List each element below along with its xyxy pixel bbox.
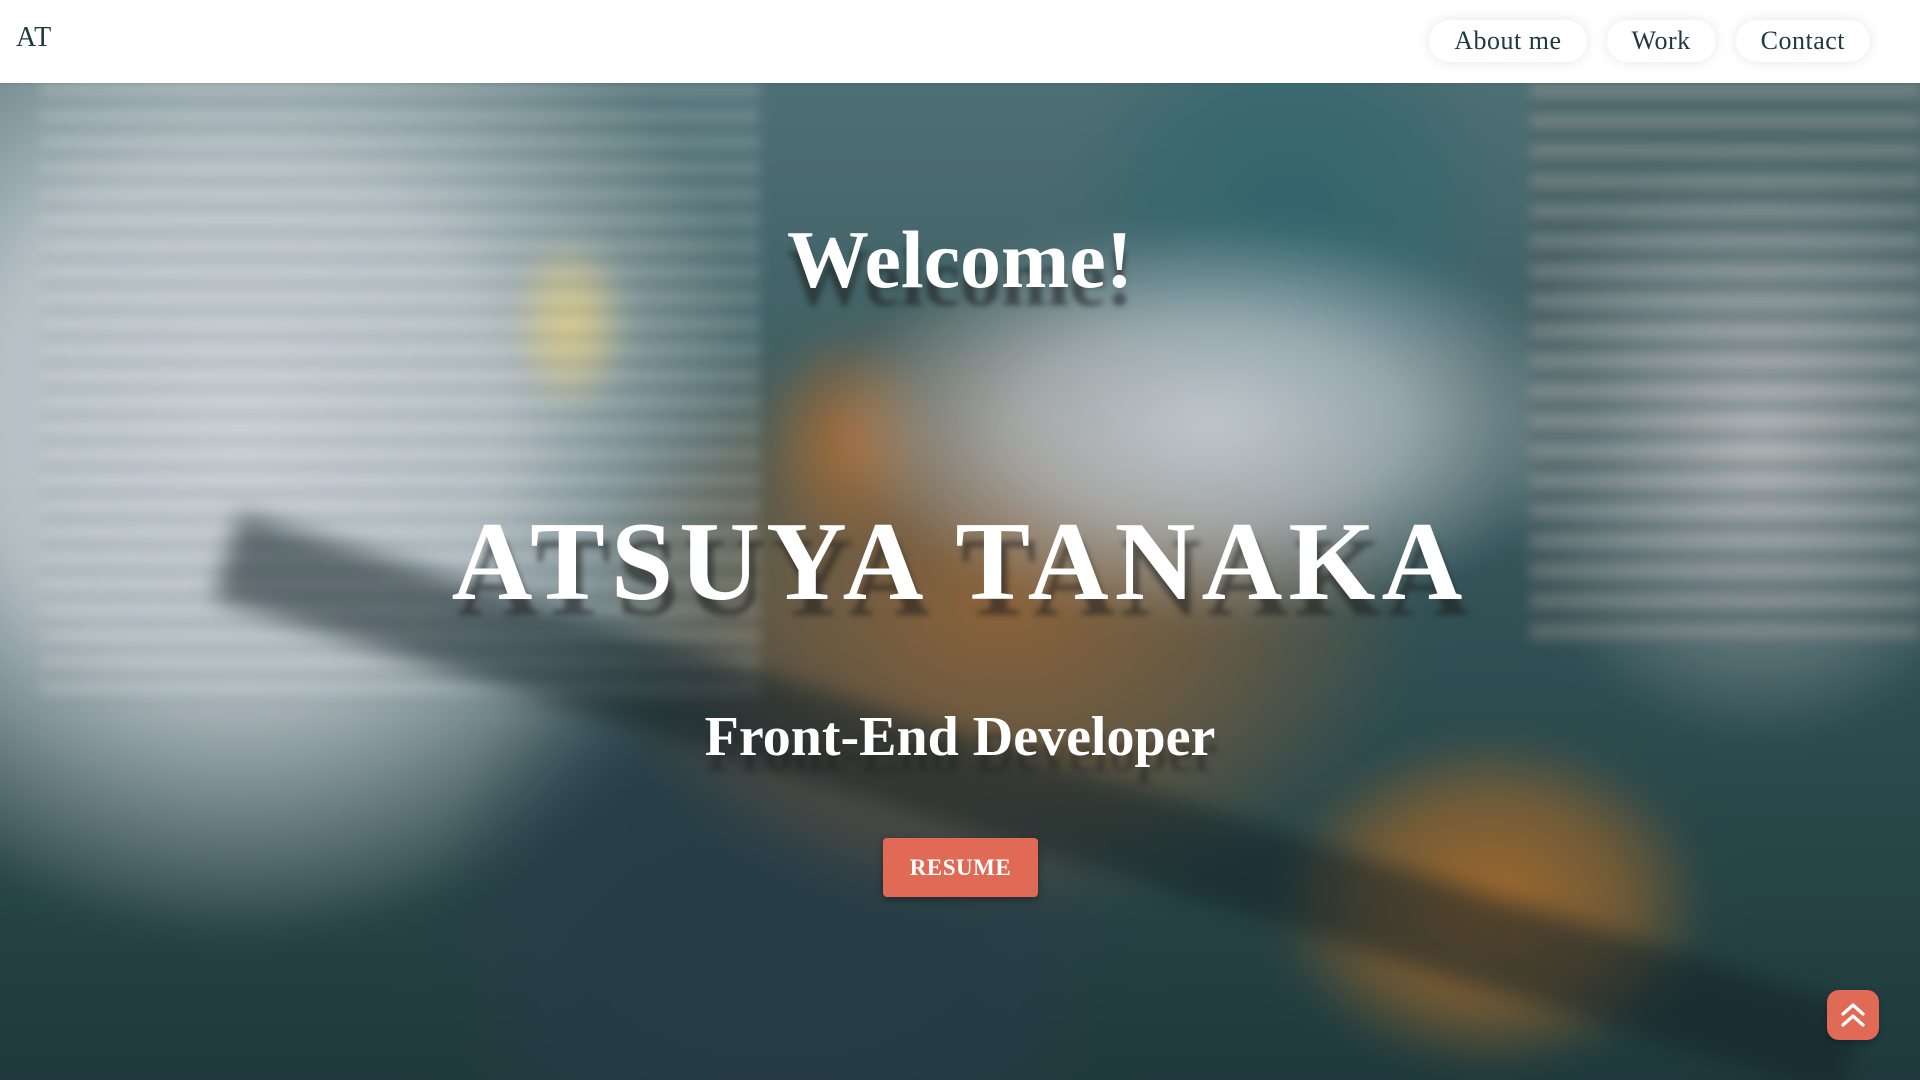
nav-link-about[interactable]: About me (1429, 20, 1587, 62)
resume-button[interactable]: RESUME (883, 838, 1038, 897)
navbar: AT About me Work Contact (0, 0, 1920, 83)
nav-links: About me Work Contact (1429, 20, 1870, 62)
name-heading: ATSUYA TANAKA (451, 500, 1469, 624)
brand-logo[interactable]: AT (16, 22, 52, 54)
nav-link-contact[interactable]: Contact (1735, 20, 1870, 62)
double-chevron-up-icon (1841, 1003, 1865, 1027)
welcome-heading: Welcome! (786, 214, 1134, 305)
scroll-top-button[interactable] (1827, 990, 1879, 1040)
page: AT About me Work Contact Welcome! ATSUYA… (0, 0, 1920, 1080)
nav-link-work[interactable]: Work (1606, 20, 1716, 62)
role-subtitle: Front-End Developer (704, 706, 1216, 768)
hero-content: Welcome! ATSUYA TANAKA Front-End Develop… (0, 83, 1920, 1080)
hero-section: Welcome! ATSUYA TANAKA Front-End Develop… (0, 83, 1920, 1080)
